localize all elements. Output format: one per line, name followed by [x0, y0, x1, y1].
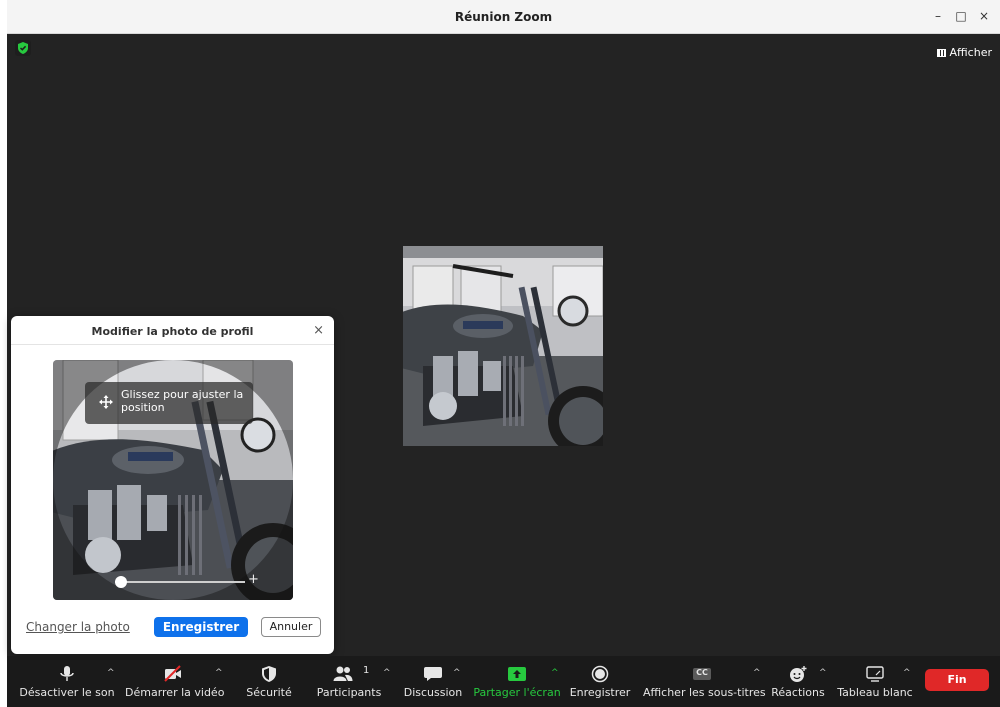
- reactions-options-caret[interactable]: ^: [819, 668, 827, 678]
- chat-button[interactable]: Discussion: [401, 656, 465, 707]
- security-button[interactable]: Sécurité: [239, 656, 299, 707]
- share-screen-icon: [508, 667, 526, 681]
- whiteboard-button[interactable]: Tableau blanc: [837, 656, 913, 707]
- whiteboard-options-caret[interactable]: ^: [903, 668, 911, 678]
- participant-count: 1: [363, 665, 370, 676]
- whiteboard-label: Tableau blanc: [837, 686, 913, 699]
- share-screen-label: Partager l'écran: [473, 686, 561, 699]
- participant-profile-photo: [403, 246, 603, 446]
- share-options-caret[interactable]: ^: [551, 668, 559, 678]
- participants-options-caret[interactable]: ^: [383, 668, 391, 678]
- dialog-divider: [11, 344, 334, 345]
- view-button[interactable]: Afficher: [936, 46, 992, 59]
- save-button[interactable]: Enregistrer: [154, 617, 248, 637]
- captions-button[interactable]: CC Afficher les sous-titres: [643, 656, 766, 707]
- end-meeting-button[interactable]: Fin: [925, 669, 989, 691]
- chat-label: Discussion: [403, 686, 463, 699]
- captions-options-caret[interactable]: ^: [753, 668, 761, 678]
- chat-icon: [424, 667, 442, 681]
- start-video-label: Démarrer la vidéo: [125, 686, 225, 699]
- meeting-toolbar: Désactiver le son ^ Démarrer la vidéo ^ …: [7, 656, 1000, 707]
- grid-view-icon: [936, 48, 946, 57]
- mute-label: Désactiver le son: [19, 686, 115, 699]
- window-title: Réunion Zoom: [454, 10, 553, 24]
- maximize-button[interactable]: □: [951, 9, 971, 23]
- zoom-window: Réunion Zoom – □ × Afficher Modifier la …: [7, 0, 1000, 707]
- microphone-icon: [60, 666, 74, 681]
- minimize-button[interactable]: –: [928, 9, 948, 23]
- zoom-in-icon[interactable]: +: [248, 572, 259, 587]
- participants-button[interactable]: 1 Participants: [313, 656, 385, 707]
- encryption-shield-icon[interactable]: [15, 40, 31, 56]
- cancel-button[interactable]: Annuler: [261, 617, 321, 637]
- change-photo-link[interactable]: Changer la photo: [26, 620, 130, 634]
- reaction-icon: [790, 666, 807, 682]
- move-icon: [99, 395, 113, 409]
- record-button[interactable]: Enregistrer: [569, 656, 631, 707]
- drag-hint-text: Glissez pour ajuster la position: [121, 388, 244, 414]
- mute-button[interactable]: Désactiver le son: [19, 656, 115, 707]
- captions-label: Afficher les sous-titres: [643, 686, 766, 699]
- dialog-title: Modifier la photo de profil: [91, 325, 254, 338]
- reactions-button[interactable]: Réactions: [771, 656, 825, 707]
- photo-crop-area[interactable]: Glissez pour ajuster la position +: [53, 360, 293, 600]
- zoom-slider-track[interactable]: [115, 581, 245, 583]
- close-window-button[interactable]: ×: [974, 9, 994, 23]
- record-icon: [591, 665, 609, 683]
- drag-hint-tooltip: Glissez pour ajuster la position: [85, 382, 253, 424]
- record-label: Enregistrer: [569, 686, 631, 699]
- video-options-caret[interactable]: ^: [215, 668, 223, 678]
- start-video-button[interactable]: Démarrer la vidéo: [125, 656, 225, 707]
- view-button-label: Afficher: [949, 46, 992, 59]
- share-screen-button[interactable]: Partager l'écran: [473, 656, 561, 707]
- video-off-icon: [164, 665, 181, 682]
- shield-icon: [262, 666, 276, 682]
- whiteboard-icon: [866, 666, 884, 682]
- reactions-label: Réactions: [771, 686, 825, 699]
- participants-label: Participants: [316, 686, 382, 699]
- dialog-close-button[interactable]: ×: [313, 323, 324, 338]
- chat-options-caret[interactable]: ^: [453, 668, 461, 678]
- zoom-slider-handle[interactable]: [115, 576, 127, 588]
- edit-profile-photo-dialog: Modifier la photo de profil × Glissez po…: [11, 316, 334, 654]
- security-label: Sécurité: [246, 686, 292, 699]
- cc-badge: CC: [696, 668, 708, 677]
- title-bar: Réunion Zoom – □ ×: [7, 0, 1000, 34]
- audio-options-caret[interactable]: ^: [107, 668, 115, 678]
- participants-icon: [333, 666, 353, 681]
